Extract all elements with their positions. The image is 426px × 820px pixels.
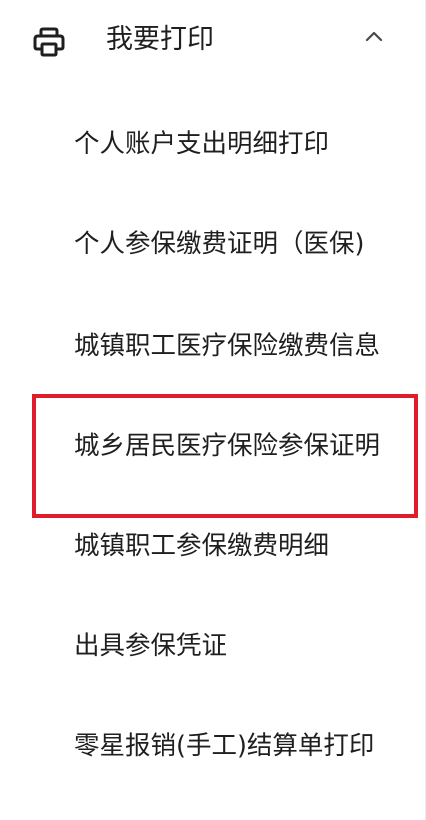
menu-item-issue-insurance-voucher[interactable]: 出具参保凭证 <box>0 606 426 686</box>
menu-item-label: 个人参保缴费证明（医保) <box>74 229 365 259</box>
printer-icon <box>33 27 65 57</box>
menu-item-label: 城镇职工参保缴费明细 <box>74 531 330 561</box>
menu-item-label: 个人账户支出明细打印 <box>74 129 330 159</box>
menu-item-label: 城镇职工医疗保险缴费信息 <box>74 331 381 361</box>
menu-item-label: 城乡居民医疗保险参保证明 <box>74 431 381 461</box>
menu-item-urban-employee-medical-insurance-payment-info[interactable]: 城镇职工医疗保险缴费信息 <box>0 306 426 386</box>
menu-item-urban-rural-resident-medical-insurance-certificate[interactable]: 城乡居民医疗保险参保证明 <box>0 406 426 486</box>
print-menu: 我要打印 个人账户支出明细打印 个人参保缴费证明（医保) 城镇职工医疗保险缴费信… <box>0 0 426 820</box>
menu-item-personal-account-expense-details-print[interactable]: 个人账户支出明细打印 <box>0 104 426 184</box>
menu-item-urban-employee-insurance-payment-details[interactable]: 城镇职工参保缴费明细 <box>0 506 426 586</box>
menu-item-personal-insurance-payment-certificate[interactable]: 个人参保缴费证明（医保) <box>0 204 426 284</box>
print-menu-title: 我要打印 <box>106 24 214 55</box>
print-menu-header[interactable]: 我要打印 <box>0 0 426 86</box>
menu-item-label: 出具参保凭证 <box>74 631 228 661</box>
menu-item-label: 零星报销(手工)结算单打印 <box>74 731 375 761</box>
chevron-up-icon[interactable] <box>362 28 386 46</box>
menu-item-manual-reimbursement-settlement-print[interactable]: 零星报销(手工)结算单打印 <box>0 706 426 786</box>
